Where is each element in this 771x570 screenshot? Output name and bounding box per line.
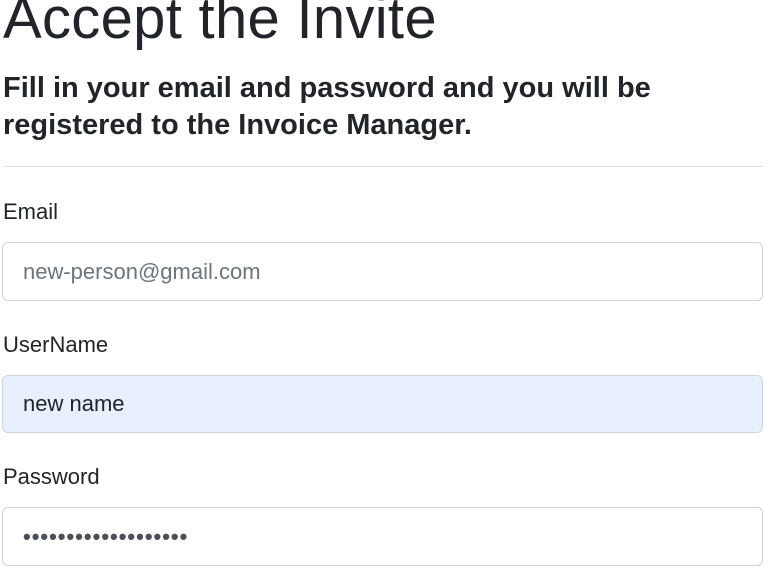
email-placeholder: new-person@gmail.com [23,258,261,284]
password-label: Password [3,464,100,489]
username-field[interactable]: new name [2,375,763,433]
email-field[interactable]: new-person@gmail.com [2,242,763,301]
divider [3,166,763,167]
page-subtitle: Fill in your email and password and you … [3,72,651,141]
username-value: new name [23,391,125,416]
username-label: UserName [3,332,109,357]
accept-invite-page: Accept the Invite Fill in your email and… [0,0,771,570]
page-title: Accept the Invite [3,0,437,51]
password-masked-value: ••••••••••••••••••• [23,523,189,549]
email-label: Email [3,199,59,224]
password-field[interactable]: ••••••••••••••••••• [2,507,763,566]
